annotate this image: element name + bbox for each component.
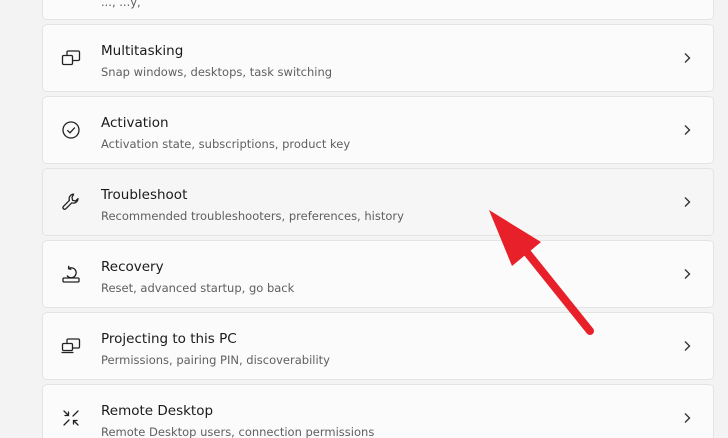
- projecting-icon: [60, 335, 82, 357]
- settings-item-multitasking[interactable]: Multitasking Snap windows, desktops, tas…: [42, 24, 714, 92]
- system-settings-list: ..., ...y, Multitasking Snap windows, de…: [0, 0, 728, 438]
- settings-item-subtitle: Recommended troubleshooters, preferences…: [101, 209, 404, 223]
- chevron-right-icon: [681, 51, 693, 65]
- settings-item-subtitle: Reset, advanced startup, go back: [101, 281, 295, 295]
- settings-item-remote-desktop[interactable]: Remote Desktop Remote Desktop users, con…: [42, 384, 714, 438]
- chevron-right-icon: [681, 339, 693, 353]
- settings-item-subtitle: Permissions, pairing PIN, discoverabilit…: [101, 353, 330, 367]
- settings-item-activation[interactable]: Activation Activation state, subscriptio…: [42, 96, 714, 164]
- partial-card-subtitle: ..., ...y,: [101, 0, 141, 9]
- settings-item-subtitle: Snap windows, desktops, task switching: [101, 65, 333, 79]
- settings-item-troubleshoot[interactable]: Troubleshoot Recommended troubleshooters…: [42, 168, 714, 236]
- chevron-right-icon: [681, 123, 693, 137]
- settings-item-title: Multitasking: [101, 43, 184, 59]
- settings-item-title: Activation: [101, 115, 169, 131]
- settings-card-partial[interactable]: ..., ...y,: [42, 0, 714, 20]
- multitasking-icon: [60, 47, 82, 69]
- remote-desktop-icon: [60, 407, 82, 429]
- settings-item-subtitle: Activation state, subscriptions, product…: [101, 137, 351, 151]
- settings-item-title: Recovery: [101, 259, 164, 275]
- settings-item-recovery[interactable]: Recovery Reset, advanced startup, go bac…: [42, 240, 714, 308]
- settings-item-projecting[interactable]: Projecting to this PC Permissions, pairi…: [42, 312, 714, 380]
- chevron-right-icon: [681, 267, 693, 281]
- wrench-icon: [60, 191, 82, 213]
- settings-item-title: Projecting to this PC: [101, 331, 237, 347]
- activation-icon: [60, 119, 82, 141]
- settings-item-subtitle: Remote Desktop users, connection permiss…: [101, 425, 375, 438]
- settings-item-title: Troubleshoot: [101, 187, 188, 203]
- chevron-right-icon: [681, 411, 693, 425]
- settings-item-title: Remote Desktop: [101, 403, 214, 419]
- recovery-icon: [60, 263, 82, 285]
- chevron-right-icon: [681, 195, 693, 209]
